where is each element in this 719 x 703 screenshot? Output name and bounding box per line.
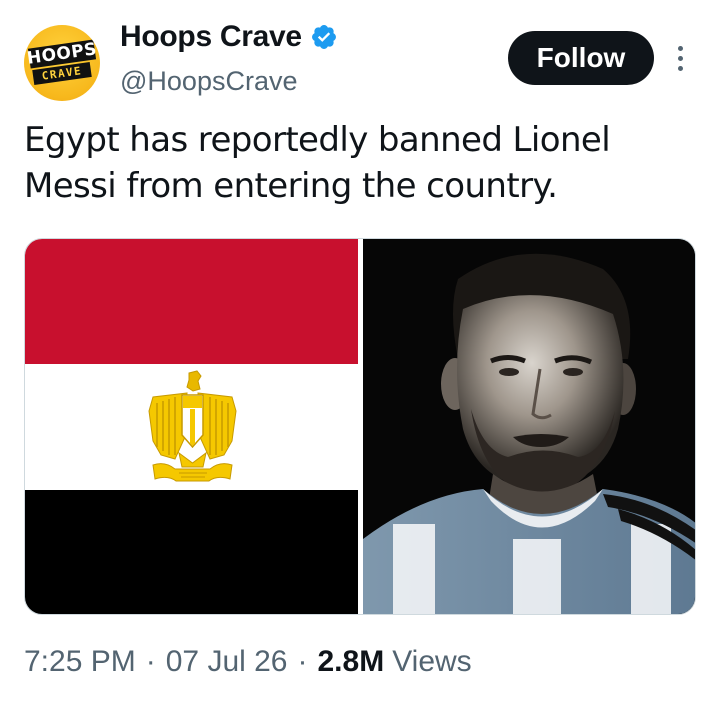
meta-separator: · xyxy=(145,645,156,678)
avatar[interactable]: HOOPS CRAVE xyxy=(24,25,100,101)
follow-button[interactable]: Follow xyxy=(508,31,654,85)
meta-separator: · xyxy=(297,645,308,678)
portrait-illustration xyxy=(363,239,695,614)
more-vertical-icon[interactable] xyxy=(670,38,690,78)
display-name[interactable]: Hoops Crave xyxy=(120,20,302,54)
eagle-of-saladin-icon xyxy=(148,370,237,482)
tweet-date[interactable]: 07 Jul 26 xyxy=(166,645,288,679)
name-row: Hoops Crave xyxy=(120,18,338,56)
handle[interactable]: @HoopsCrave xyxy=(120,66,297,97)
views-label: Views xyxy=(392,645,472,678)
flag-red-stripe xyxy=(25,239,358,364)
flag-black-stripe xyxy=(25,490,358,614)
tweet-meta: 7:25 PM · 07 Jul 26 · 2.8M Views xyxy=(24,640,472,684)
tweet-text: Egypt has reportedly banned Lionel Messi… xyxy=(24,120,611,206)
tweet-time[interactable]: 7:25 PM xyxy=(24,645,136,679)
tweet-card: HOOPS CRAVE Hoops Crave @HoopsCrave Foll… xyxy=(0,0,719,703)
messi-portrait-image[interactable] xyxy=(363,239,695,614)
egypt-flag-image[interactable] xyxy=(25,239,358,614)
media-grid xyxy=(24,238,696,615)
views-count: 2.8M xyxy=(317,645,385,678)
verified-badge-icon[interactable] xyxy=(310,23,338,51)
